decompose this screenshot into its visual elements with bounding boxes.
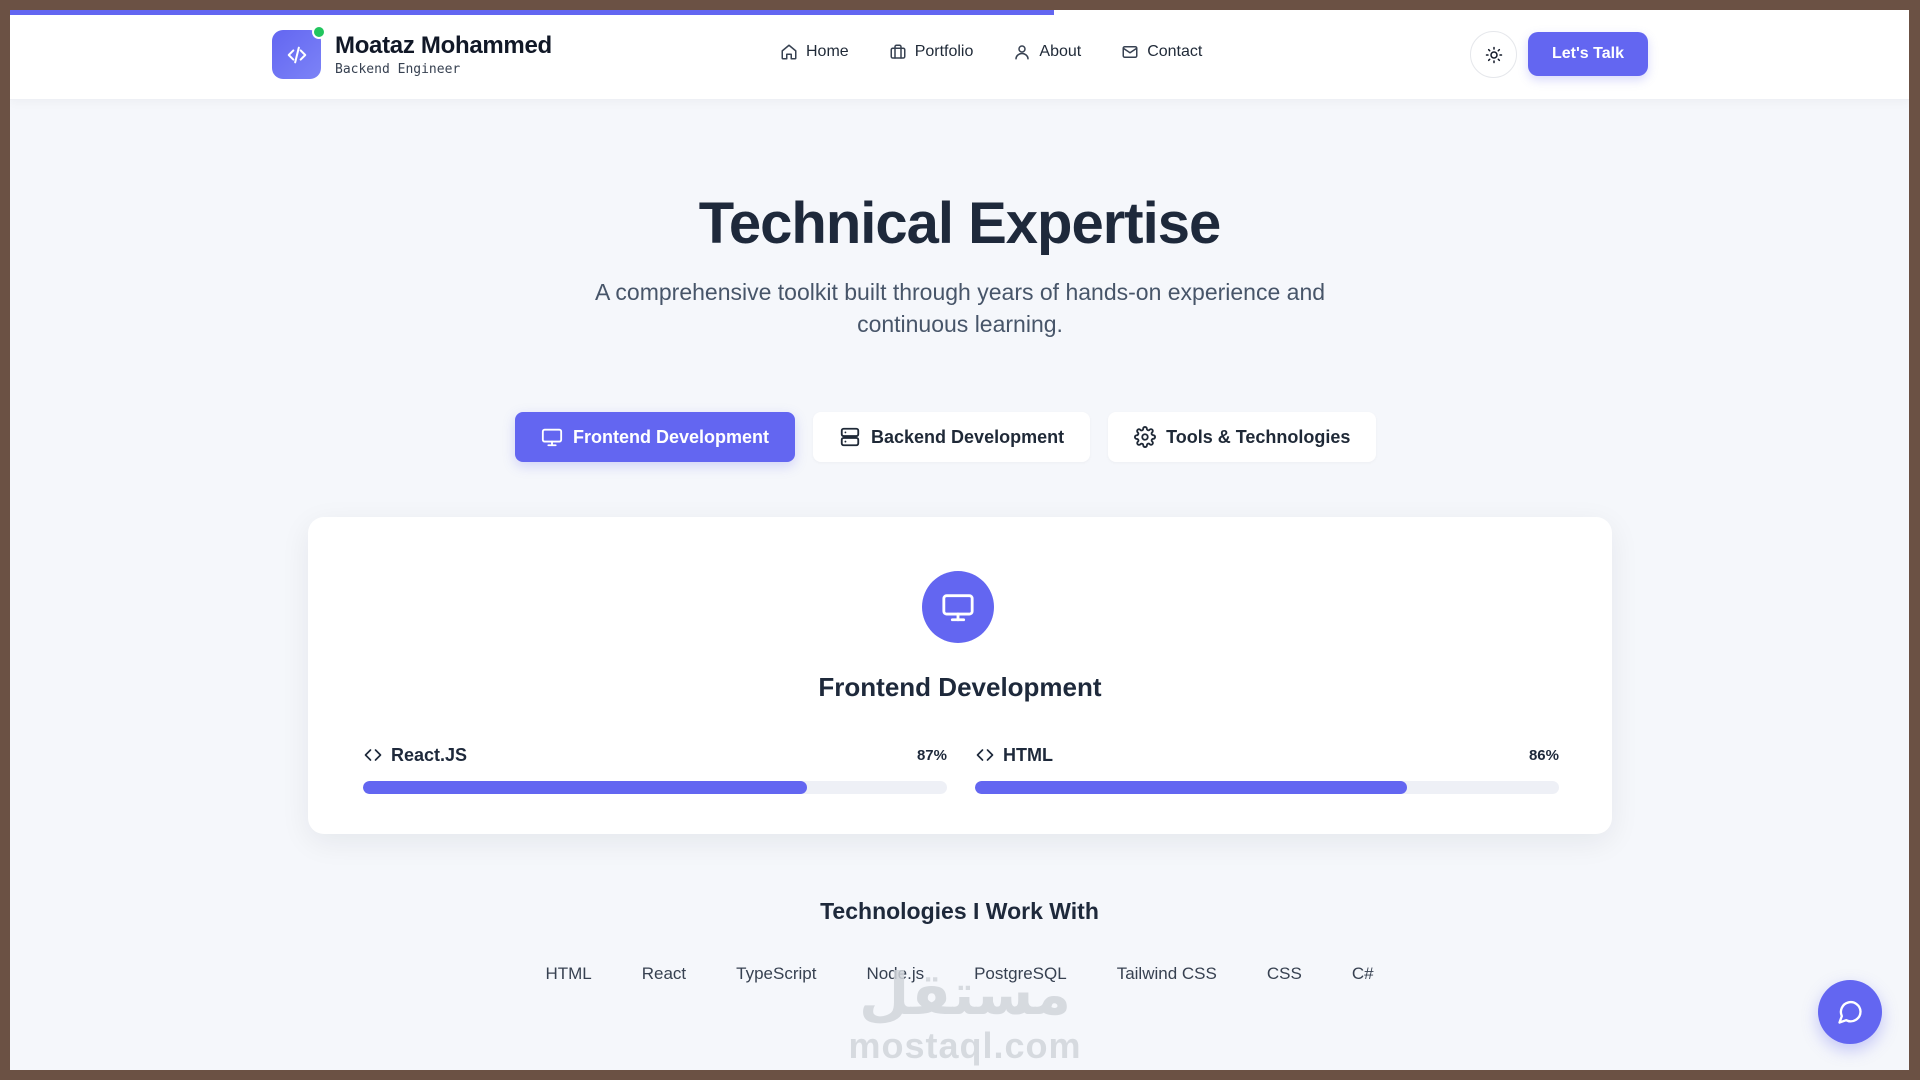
tab-frontend-development[interactable]: Frontend Development	[515, 412, 796, 462]
skill-name: React.JS	[391, 744, 468, 765]
page: Moataz Mohammed Backend Engineer Home Po…	[10, 10, 1909, 1070]
theme-toggle-button[interactable]	[1470, 31, 1517, 78]
nav-label: Portfolio	[914, 43, 974, 60]
skill-name: HTML	[1003, 744, 1053, 765]
nav-label: About	[1039, 43, 1082, 60]
gear-icon	[1134, 426, 1157, 448]
nav-label: Contact	[1147, 43, 1203, 60]
nav-item-portfolio[interactable]: Portfolio	[889, 43, 974, 61]
site-header: Moataz Mohammed Backend Engineer Home Po…	[10, 10, 1909, 100]
tab-label: Backend Development	[871, 426, 1065, 447]
tech-item: C#	[1351, 964, 1374, 983]
card-title: Frontend Development	[818, 672, 1102, 702]
card-icon-badge	[922, 571, 994, 643]
chat-button[interactable]	[1818, 980, 1882, 1044]
tech-item: Tailwind CSS	[1116, 964, 1217, 983]
mail-icon	[1122, 46, 1138, 58]
tech-item: HTML	[545, 964, 592, 983]
skill-percent: 87%	[916, 746, 947, 764]
watermark-text: mostaql.com	[848, 1025, 1082, 1066]
tech-item: CSS	[1266, 964, 1302, 983]
home-icon	[781, 44, 797, 60]
skill-progress-fill	[363, 781, 807, 794]
skills-card: Frontend Development React.JS 87% HTML 8…	[308, 517, 1612, 834]
skill-progress-fill	[975, 781, 1408, 794]
brand-role: Backend Engineer	[335, 62, 461, 77]
lets-talk-button[interactable]: Let's Talk	[1528, 32, 1648, 76]
technologies-title: Technologies I Work With	[820, 898, 1099, 924]
tab-label: Frontend Development	[573, 426, 770, 447]
chat-icon	[1838, 1000, 1862, 1024]
code-icon	[976, 749, 994, 761]
server-icon	[840, 427, 860, 447]
nav-item-contact[interactable]: Contact	[1121, 43, 1202, 61]
expertise-tabs: Frontend Development Backend Development…	[515, 412, 1377, 462]
code-icon	[364, 749, 382, 761]
brand[interactable]: Moataz Mohammed Backend Engineer	[272, 25, 552, 79]
tab-label: Tools & Technologies	[1166, 426, 1351, 447]
skill-percent: 86%	[1528, 746, 1559, 764]
logo[interactable]	[272, 25, 326, 79]
online-status-dot	[312, 25, 326, 39]
code-icon	[287, 46, 306, 63]
monitor-icon	[541, 428, 563, 447]
monitor-icon	[942, 594, 974, 622]
nav-label: Home	[806, 43, 849, 60]
skill-html: HTML 86%	[975, 743, 1559, 794]
nav-item-about[interactable]: About	[1013, 43, 1081, 61]
user-icon	[1015, 45, 1030, 60]
briefcase-icon	[890, 44, 906, 59]
nav-item-home[interactable]: Home	[780, 43, 849, 61]
page-subtitle: A comprehensive toolkit built through ye…	[594, 279, 1326, 337]
skill-react: React.JS 87%	[363, 743, 947, 794]
tech-item: TypeScript	[736, 964, 817, 983]
tech-item: React	[641, 964, 687, 983]
watermark-logo: مستقل	[858, 962, 1072, 1027]
page-title: Technical Expertise	[698, 191, 1222, 256]
watermark: مستقل mostaql.com	[840, 965, 1090, 1067]
tab-tools-technologies[interactable]: Tools & Technologies	[1108, 412, 1377, 462]
main-nav: Home Portfolio About Contact	[780, 43, 1202, 61]
tab-backend-development[interactable]: Backend Development	[813, 412, 1091, 462]
sun-icon	[1485, 46, 1502, 63]
skill-progress-track	[975, 781, 1559, 794]
scroll-progress-bar	[10, 10, 1055, 15]
skill-progress-track	[363, 781, 947, 794]
brand-name: Moataz Mohammed	[335, 32, 552, 59]
